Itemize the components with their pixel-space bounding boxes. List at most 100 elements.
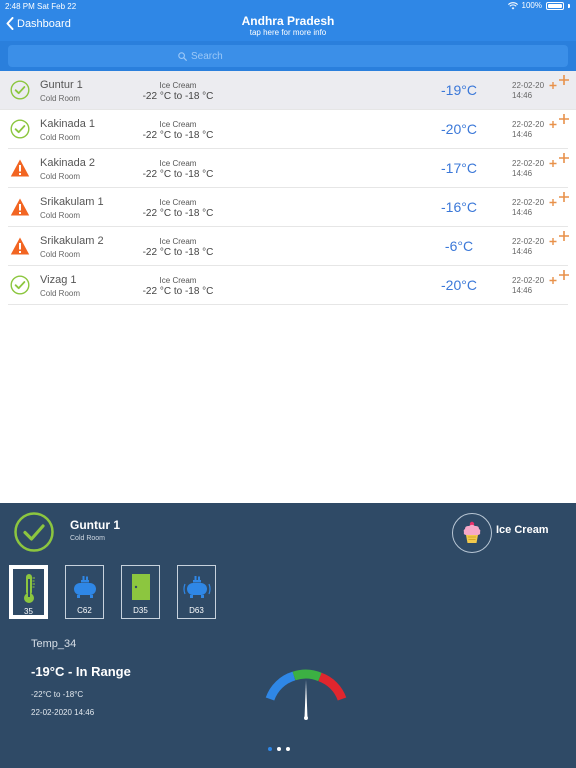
sensor-label: 35 [24, 607, 33, 616]
room-product: Ice Cream [159, 237, 197, 246]
room-range: -22 °C to -18 °C [142, 247, 214, 258]
room-temperature: -20°C [441, 277, 477, 293]
room-product: Ice Cream [159, 120, 197, 129]
warning-icon [10, 158, 30, 178]
status-bar: 2:48 PM Sat Feb 22 100% [0, 0, 576, 12]
room-date: 22-02-20 [512, 81, 545, 90]
sensor-tile-door[interactable]: D35 [121, 565, 160, 619]
room-name: Kakinada 2 [40, 157, 96, 169]
gauge-arc-high [318, 672, 347, 701]
room-date: 22-02-20 [512, 237, 545, 246]
gauge-arc-low [265, 671, 296, 701]
sparkle-plus-icon [549, 229, 571, 249]
room-name: Vizag 1 [40, 274, 77, 286]
room-date: 22-02-20 [512, 120, 545, 129]
header: 2:48 PM Sat Feb 22 100% Dashboard Andhra… [0, 0, 576, 71]
reading-status: -19°C - In Range [31, 664, 131, 679]
room-date: 22-02-20 [512, 159, 545, 168]
room-row[interactable]: Srikakulam 2 Cold Room Ice Cream -22 °C to … [8, 227, 571, 266]
status-date: Sat Feb 22 [37, 2, 77, 11]
sensor-label: D63 [189, 606, 204, 615]
room-timestamp: 22-02-20 14:46 [512, 237, 544, 257]
gauge-arc-ok [292, 669, 322, 682]
room-type: Cold Room [40, 94, 81, 103]
page-indicator[interactable] [268, 747, 290, 751]
status-ok-icon [14, 512, 54, 552]
thermometer-icon [11, 571, 46, 605]
room-name: Srikakulam 1 [40, 196, 104, 208]
room-range: -22 °C to -18 °C [142, 286, 214, 297]
room-time: 14:46 [512, 169, 533, 178]
room-time: 14:46 [512, 208, 533, 217]
room-type: Cold Room [40, 289, 81, 298]
room-name: Srikakulam 2 [40, 235, 104, 247]
temperature-gauge [265, 669, 347, 720]
room-type: Cold Room [40, 211, 81, 220]
product-badge [452, 513, 492, 553]
room-row[interactable]: Srikakulam 1 Cold Room Ice Cream -22 °C to … [8, 188, 571, 227]
room-timestamp: 22-02-20 14:46 [512, 198, 544, 218]
room-date: 22-02-20 [512, 276, 545, 285]
room-type: Cold Room [40, 172, 81, 181]
room-range: -22 °C to -18 °C [142, 91, 214, 102]
room-temperature: -16°C [441, 199, 477, 215]
room-range: -22 °C to -18 °C [142, 169, 214, 180]
page-dot[interactable] [286, 747, 290, 751]
detail-room-name: Guntur 1 [70, 518, 120, 532]
region-title: Andhra Pradesh [241, 14, 335, 28]
search-bar: Search [0, 41, 576, 71]
warning-icon [10, 236, 30, 256]
room-row[interactable]: Kakinada 2 Cold Room Ice Cream -22 °C to -1… [8, 149, 569, 188]
room-type: Cold Room [40, 250, 81, 259]
room-timestamp: 22-02-20 14:46 [512, 81, 544, 101]
sensor-tile-compressor-vibration[interactable]: D63 [177, 565, 216, 619]
room-time: 14:46 [512, 247, 533, 256]
status-ok-icon [10, 80, 30, 100]
room-time: 14:46 [512, 130, 533, 139]
search-icon [178, 51, 187, 61]
door-icon [122, 570, 159, 604]
sensor-tile-temp[interactable]: 35 [9, 565, 48, 619]
status-right: 100% [507, 1, 570, 10]
search-placeholder: Search [191, 50, 223, 62]
room-product: Ice Cream [159, 159, 197, 168]
sparkle-plus-icon [549, 112, 571, 132]
status-ok-icon [10, 119, 30, 139]
room-temperature: -20°C [441, 121, 477, 137]
gauge-needle [304, 680, 308, 720]
battery-tip [568, 3, 570, 8]
battery-percent: 100% [521, 1, 542, 10]
compressor-icon [66, 570, 103, 604]
room-product: Ice Cream [159, 276, 197, 285]
sensor-label: D35 [133, 606, 148, 615]
detail-panel: Guntur 1 Cold Room Ice Cream 35 C62 D35 … [0, 503, 576, 768]
reading-datetime: 22-02-2020 14:46 [31, 708, 95, 717]
room-time: 14:46 [512, 91, 533, 100]
room-range: -22 °C to -18 °C [142, 130, 214, 141]
search-input[interactable]: Search [8, 45, 568, 67]
status-ok-icon [10, 275, 30, 295]
room-date: 22-02-20 [512, 198, 545, 207]
nav-title[interactable]: Andhra Pradesh tap here for more info [0, 14, 576, 38]
wifi-icon [507, 1, 518, 9]
room-row[interactable]: Guntur 1 Cold Room Ice Cream -22 °C to -18 … [0, 71, 576, 110]
room-name: Kakinada 1 [40, 118, 96, 130]
detail-room-type: Cold Room [70, 535, 106, 542]
page-dot[interactable] [268, 747, 272, 751]
room-row[interactable]: Vizag 1 Cold Room Ice Cream -22 °C to -18 °… [8, 266, 569, 305]
warning-icon [10, 197, 30, 217]
room-timestamp: 22-02-20 14:46 [512, 120, 544, 140]
compressor-vibration-icon [178, 570, 215, 604]
page-dot[interactable] [277, 747, 281, 751]
sensor-name: Temp_34 [31, 638, 77, 650]
sensor-tile-compressor[interactable]: C62 [65, 565, 104, 619]
room-product: Ice Cream [159, 198, 197, 207]
room-temperature: -17°C [441, 160, 477, 176]
sparkle-plus-icon [549, 190, 571, 210]
region-subtitle: tap here for more info [249, 28, 327, 37]
room-timestamp: 22-02-20 14:46 [512, 159, 544, 179]
room-row[interactable]: Kakinada 1 Cold Room Ice Cream -22 °C to -1… [8, 110, 571, 149]
room-list: Guntur 1 Cold Room Ice Cream -22 °C to -18 … [0, 71, 576, 305]
room-product: Ice Cream [159, 81, 197, 90]
reading-range: -22°C to -18°C [31, 690, 84, 699]
